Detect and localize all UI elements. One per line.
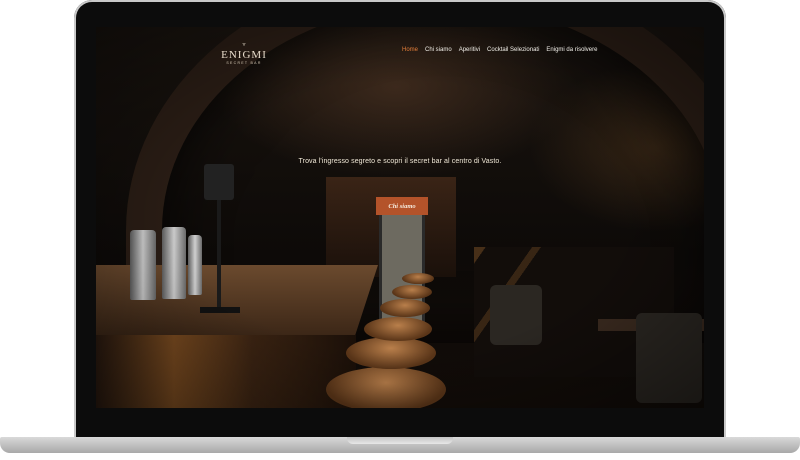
nav-item-enigmi-da-risolvere[interactable]: Enigmi da risolvere (546, 47, 597, 53)
lounge-chair (636, 313, 702, 403)
lounge-chair (490, 285, 542, 345)
nav-item-cocktail-selezionati[interactable]: Cocktail Selezionati (487, 47, 539, 53)
shaker (162, 227, 186, 299)
bar-lamp-base (200, 307, 240, 313)
bar-stool (364, 317, 432, 341)
shaker (188, 235, 202, 295)
website-screen: ▿ ENIGMI SECRET BAR Home Chi siamo Aperi… (96, 27, 704, 408)
bar-stool (392, 285, 432, 299)
main-navigation: Home Chi siamo Aperitivi Cocktail Selezi… (402, 47, 597, 53)
chi-siamo-button[interactable]: Chi siamo (376, 197, 428, 215)
nav-item-home[interactable]: Home (402, 47, 418, 53)
bar-stool (402, 273, 434, 284)
bar-lamp-stem (217, 200, 221, 310)
bar-stool (326, 367, 446, 408)
bar-counter-front (96, 335, 356, 408)
hero-tagline: Trova l'ingresso segreto e scopri il sec… (298, 158, 502, 165)
shaker (130, 230, 156, 300)
logo-subtitle: SECRET BAR (226, 61, 262, 65)
logo-title: ENIGMI (221, 49, 267, 61)
laptop-notch (347, 437, 453, 444)
cocktail-glass-icon: ▿ (242, 42, 246, 48)
nav-item-aperitivi[interactable]: Aperitivi (459, 47, 480, 53)
bar-lamp-shade (204, 164, 234, 200)
nav-item-chi-siamo[interactable]: Chi siamo (425, 47, 452, 53)
bar-stool (380, 299, 430, 317)
site-logo[interactable]: ▿ ENIGMI SECRET BAR (208, 41, 280, 75)
bar-stool (346, 337, 436, 369)
